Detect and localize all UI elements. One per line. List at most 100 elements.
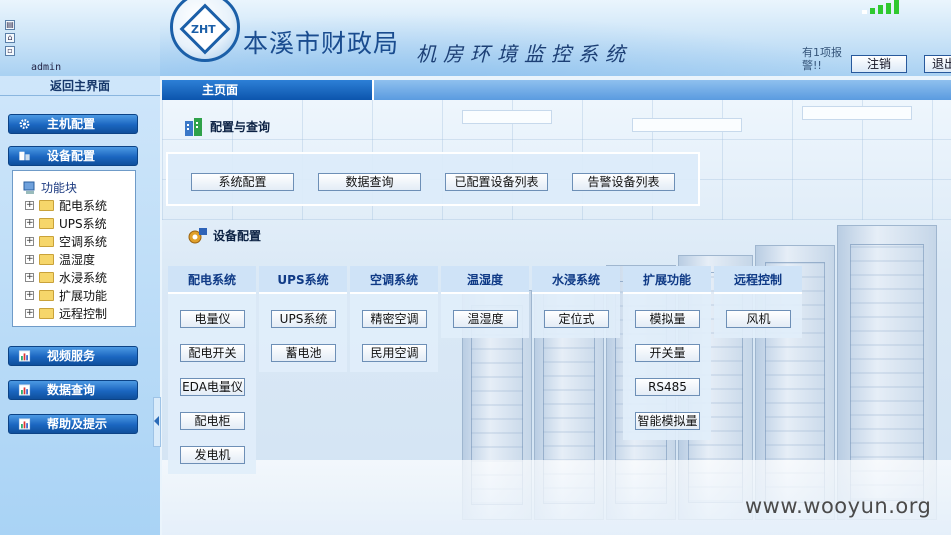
window-icon[interactable]: ▫	[5, 46, 15, 56]
function-tree: 功能块 + 配电系统 + UPS系统 + 空调系统 + 温湿度 + 水浸系统 + 扩展功能 …	[12, 170, 136, 327]
power-meter-button[interactable]: 电量仪	[180, 310, 245, 328]
sidebar: 返回主界面 主机配置 设备配置 功能块 + 配电系统 + UPS系统 + 空调系统 +…	[0, 76, 160, 535]
ceiling-light	[462, 110, 552, 124]
config-section-title: 配置与查询	[183, 117, 270, 139]
configured-devices-button[interactable]: 已配置设备列表	[445, 173, 548, 191]
doc-icon[interactable]: ▤	[5, 20, 15, 30]
temp-humidity-button[interactable]: 温湿度	[453, 310, 518, 328]
tree-item-label: UPS系统	[59, 217, 107, 231]
logout-button[interactable]: 注销	[851, 55, 907, 73]
signal-icon	[860, 0, 910, 14]
eda-meter-button[interactable]: EDA电量仪	[180, 378, 245, 396]
system-title: 机房环境监控系统	[416, 42, 632, 66]
tree-item-power[interactable]: + 配电系统	[19, 197, 135, 215]
battery-button[interactable]: 蓄电池	[271, 344, 336, 362]
power-switch-button[interactable]: 配电开关	[180, 344, 245, 362]
folder-icon	[39, 254, 54, 265]
config-panel: 系统配置 数据查询 已配置设备列表 告警设备列表	[166, 152, 700, 206]
menu-label: 帮助及提示	[47, 417, 108, 431]
column-extend: 扩展功能 模拟量 开关量 RS485 智能模拟量	[623, 266, 711, 440]
tree-item-ups[interactable]: + UPS系统	[19, 215, 135, 233]
alarm-notice[interactable]: 有1项报警!!	[802, 46, 848, 76]
menu-label: 视频服务	[47, 349, 96, 363]
precision-ac-button[interactable]: 精密空调	[362, 310, 427, 328]
main-content: 配置与查询 系统配置 数据查询 已配置设备列表 告警设备列表 设备配置 配电系统…	[162, 100, 951, 535]
expand-icon[interactable]: +	[25, 255, 34, 264]
tab-strip	[374, 80, 951, 100]
expand-icon[interactable]: +	[25, 309, 34, 318]
current-user: admin	[31, 62, 62, 73]
menu-help[interactable]: 帮助及提示	[8, 414, 138, 434]
column-header: 远程控制	[714, 266, 802, 294]
folder-icon	[39, 272, 54, 283]
expand-icon[interactable]: +	[25, 273, 34, 282]
gear-icon	[19, 119, 30, 129]
back-to-main-link[interactable]: 返回主界面	[0, 76, 160, 96]
logo-text: ZHT	[191, 23, 216, 36]
column-water: 水浸系统 定位式	[532, 266, 620, 338]
alarm-devices-button[interactable]: 告警设备列表	[572, 173, 675, 191]
exit-button[interactable]: 退出	[924, 55, 951, 73]
tab-main-page[interactable]: 主页面	[162, 80, 372, 100]
home-icon[interactable]: ⌂	[5, 33, 15, 43]
building-icon	[185, 118, 202, 136]
expand-icon[interactable]: +	[25, 219, 34, 228]
data-query-button[interactable]: 数据查询	[318, 173, 421, 191]
tree-item-water[interactable]: + 水浸系统	[19, 269, 135, 287]
tree-root[interactable]: 功能块	[19, 179, 135, 197]
column-header: 温湿度	[441, 266, 529, 294]
folder-icon	[39, 290, 54, 301]
tree-item-temp[interactable]: + 温湿度	[19, 251, 135, 269]
watermark: www.wooyun.org	[745, 494, 932, 518]
menu-label: 数据查询	[47, 383, 96, 397]
tree-item-label: 水浸系统	[59, 271, 108, 285]
column-header: 空调系统	[350, 266, 438, 294]
computer-icon	[23, 181, 35, 194]
analog-button[interactable]: 模拟量	[635, 310, 700, 328]
ceiling-light	[632, 118, 742, 132]
switch-value-button[interactable]: 开关量	[635, 344, 700, 362]
expand-icon[interactable]: +	[25, 237, 34, 246]
menu-label: 主机配置	[47, 117, 96, 131]
device-section-title: 设备配置	[186, 226, 261, 248]
expand-icon[interactable]: +	[25, 201, 34, 210]
tree-item-aircon[interactable]: + 空调系统	[19, 233, 135, 251]
column-header: 水浸系统	[532, 266, 620, 294]
window-controls: ▤ ⌂ ▫	[5, 20, 19, 59]
system-config-button[interactable]: 系统配置	[191, 173, 294, 191]
header-bar: ▤ ⌂ ▫ admin ZHT 本溪市财政局 机房环境监控系统 有1项报警!! …	[0, 0, 951, 76]
tree-item-label: 温湿度	[59, 253, 96, 267]
collapse-sidebar-handle[interactable]	[153, 397, 161, 447]
menu-host-config[interactable]: 主机配置	[8, 114, 138, 134]
power-cabinet-button[interactable]: 配电柜	[180, 412, 245, 430]
tree-item-label: 远程控制	[59, 307, 108, 321]
column-aircon: 空调系统 精密空调 民用空调	[350, 266, 438, 372]
expand-icon[interactable]: +	[25, 291, 34, 300]
column-header: 扩展功能	[623, 266, 711, 294]
civil-ac-button[interactable]: 民用空调	[362, 344, 427, 362]
rs485-button[interactable]: RS485	[635, 378, 700, 396]
folder-icon	[39, 200, 54, 211]
ceiling-light	[802, 106, 912, 120]
chart-icon	[18, 384, 31, 396]
fan-button[interactable]: 风机	[726, 310, 791, 328]
positioning-button[interactable]: 定位式	[544, 310, 609, 328]
column-header: UPS系统	[259, 266, 347, 294]
generator-button[interactable]: 发电机	[180, 446, 245, 464]
folder-icon	[39, 218, 54, 229]
tree-item-extend[interactable]: + 扩展功能	[19, 287, 135, 305]
device-icon	[19, 151, 30, 161]
chart-icon	[18, 418, 31, 430]
menu-device-config[interactable]: 设备配置	[8, 146, 138, 166]
ups-system-button[interactable]: UPS系统	[271, 310, 336, 328]
tree-root-label: 功能块	[41, 181, 78, 195]
smart-analog-button[interactable]: 智能模拟量	[635, 412, 700, 430]
tab-bar: 主页面	[162, 80, 951, 100]
column-header: 配电系统	[168, 266, 256, 294]
menu-video-service[interactable]: 视频服务	[8, 346, 138, 366]
tree-item-remote[interactable]: + 远程控制	[19, 305, 135, 323]
menu-data-query[interactable]: 数据查询	[8, 380, 138, 400]
column-remote: 远程控制 风机	[714, 266, 802, 338]
column-temp-humidity: 温湿度 温湿度	[441, 266, 529, 338]
folder-icon	[39, 308, 54, 319]
